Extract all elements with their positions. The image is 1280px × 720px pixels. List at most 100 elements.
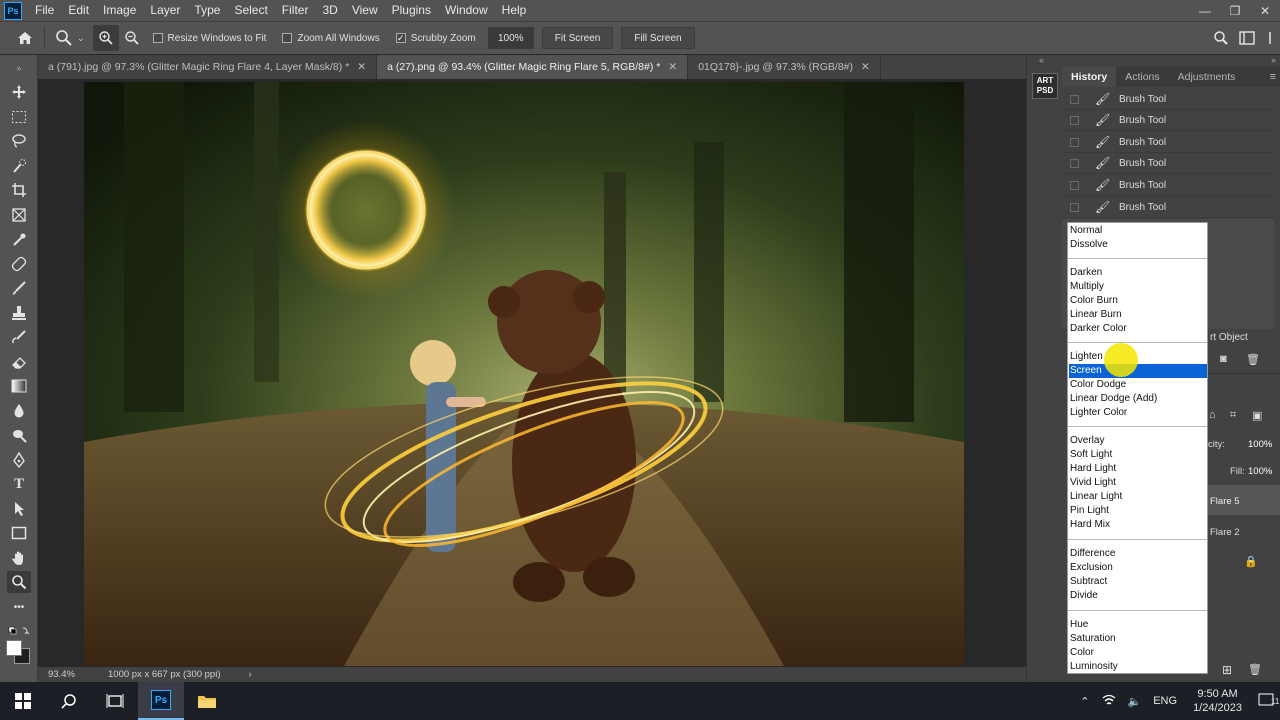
canvas-area[interactable]	[38, 79, 1026, 667]
history-checkbox[interactable]	[1070, 94, 1079, 104]
menu-filter[interactable]: Filter	[275, 0, 316, 21]
history-item[interactable]: 🖌 Brush Tool	[1062, 175, 1274, 196]
history-checkbox[interactable]	[1070, 180, 1079, 190]
tab-document-1[interactable]: a (791).jpg @ 97.3% (Glitter Magic Ring …	[38, 55, 378, 79]
menu-edit[interactable]: Edit	[61, 0, 96, 21]
collapse-panel-arrows-icon[interactable]: »	[1271, 55, 1276, 65]
scrubby-zoom-checkbox[interactable]: ✓ Scrubby Zoom	[395, 33, 476, 44]
history-item[interactable]: 🖌 Brush Tool	[1062, 89, 1274, 110]
tab-document-3[interactable]: 01Q178}-.jpg @ 97.3% (RGB/8#) ✕	[688, 55, 881, 79]
menu-image[interactable]: Image	[96, 0, 143, 21]
close-window-button[interactable]: ✕	[1250, 4, 1280, 18]
brush-tool-icon[interactable]	[7, 277, 31, 299]
zoom-tool-preset-icon[interactable]	[51, 25, 77, 51]
crop-tool-icon[interactable]	[7, 179, 31, 201]
history-checkbox[interactable]	[1070, 202, 1079, 212]
blend-option-hard-light[interactable]: Hard Light	[1069, 462, 1207, 476]
menu-window[interactable]: Window	[438, 0, 495, 21]
volume-icon[interactable]: 🔈	[1128, 695, 1142, 708]
notification-icon[interactable]: 11	[1258, 693, 1279, 710]
chevron-down-icon[interactable]: ⌄	[77, 33, 85, 44]
clock[interactable]: 9:50 AM 1/24/2023	[1193, 687, 1242, 715]
gradient-tool-icon[interactable]	[7, 375, 31, 397]
type-tool-icon[interactable]: T	[7, 473, 31, 495]
history-checkbox[interactable]	[1070, 158, 1079, 168]
dodge-tool-icon[interactable]	[7, 424, 31, 446]
blend-option-hard-mix[interactable]: Hard Mix	[1069, 518, 1207, 532]
history-item[interactable]: 🖌 Brush Tool	[1062, 110, 1274, 131]
blend-option-difference[interactable]: Difference	[1069, 547, 1207, 561]
move-tool-icon[interactable]	[7, 81, 31, 103]
history-item[interactable]: 🖌 Brush Tool	[1062, 197, 1274, 218]
chevron-up-icon[interactable]: ⌃	[1080, 695, 1089, 708]
healing-brush-tool-icon[interactable]	[7, 253, 31, 275]
blend-option-overlay[interactable]: Overlay	[1069, 434, 1207, 448]
blend-option-normal[interactable]: Normal	[1069, 224, 1207, 238]
document-canvas[interactable]	[84, 82, 964, 666]
home-icon[interactable]	[12, 25, 38, 51]
default-colors-icon[interactable]	[7, 620, 31, 642]
blend-mode-dropdown[interactable]: Normal Dissolve Darken Multiply Color Bu…	[1067, 222, 1208, 674]
lasso-tool-icon[interactable]	[7, 130, 31, 152]
share-icon[interactable]	[1260, 25, 1280, 51]
blend-option-dissolve[interactable]: Dissolve	[1069, 238, 1207, 252]
close-icon[interactable]: ✕	[668, 61, 677, 73]
blend-option-saturation[interactable]: Saturation	[1069, 632, 1207, 646]
windows-start-icon[interactable]	[0, 682, 46, 720]
pen-tool-icon[interactable]	[7, 449, 31, 471]
new-layer-icon[interactable]: ⊞	[1222, 663, 1232, 677]
search-icon[interactable]	[1208, 25, 1234, 51]
blend-option-lighter-color[interactable]: Lighter Color	[1069, 406, 1207, 420]
search-icon[interactable]	[46, 682, 92, 720]
history-brush-tool-icon[interactable]	[7, 326, 31, 348]
fill-screen-button[interactable]: Fill Screen	[621, 27, 695, 49]
clone-stamp-tool-icon[interactable]	[7, 302, 31, 324]
blend-option-lighten[interactable]: Lighten	[1069, 350, 1207, 364]
blend-option-linear-light[interactable]: Linear Light	[1069, 490, 1207, 504]
zoom-tool-icon[interactable]	[7, 571, 31, 593]
history-checkbox[interactable]	[1070, 137, 1079, 147]
blend-option-divide[interactable]: Divide	[1069, 589, 1207, 603]
history-item[interactable]: 🖌 Brush Tool	[1062, 132, 1274, 153]
zoom-level[interactable]: 93.4%	[48, 669, 96, 680]
blend-option-color[interactable]: Color	[1069, 646, 1207, 660]
menu-select[interactable]: Select	[227, 0, 274, 21]
blend-option-soft-light[interactable]: Soft Light	[1069, 448, 1207, 462]
history-item[interactable]: 🖌 Brush Tool	[1062, 153, 1274, 174]
close-icon[interactable]: ✕	[861, 61, 870, 73]
foreground-color-swatch[interactable]	[6, 640, 22, 656]
restore-button[interactable]: ❐	[1220, 4, 1250, 18]
path-selection-tool-icon[interactable]	[7, 498, 31, 520]
opacity-value[interactable]: 100%	[1248, 439, 1272, 450]
hand-tool-icon[interactable]	[7, 547, 31, 569]
minimize-button[interactable]: —	[1190, 4, 1220, 18]
zoom-percentage-field[interactable]: 100%	[487, 27, 534, 49]
blend-option-screen[interactable]: Screen	[1069, 364, 1207, 378]
expand-arrows-icon[interactable]: «	[1039, 55, 1044, 65]
network-icon[interactable]	[1102, 694, 1116, 709]
blend-option-subtract[interactable]: Subtract	[1069, 575, 1207, 589]
eyedropper-tool-icon[interactable]	[7, 229, 31, 251]
frame-tool-icon[interactable]	[7, 204, 31, 226]
blend-option-exclusion[interactable]: Exclusion	[1069, 561, 1207, 575]
blend-option-linear-burn[interactable]: Linear Burn	[1069, 308, 1207, 322]
marquee-tool-icon[interactable]	[7, 106, 31, 128]
lock-transform-icon[interactable]: ⌂	[1209, 409, 1216, 421]
tab-actions[interactable]: Actions	[1116, 67, 1168, 87]
camera-icon[interactable]: ◙	[1220, 353, 1227, 365]
blend-option-darken[interactable]: Darken	[1069, 266, 1207, 280]
blend-option-luminosity[interactable]: Luminosity	[1069, 660, 1207, 674]
lock-all-icon[interactable]: ▣	[1252, 409, 1262, 422]
panel-menu-icon[interactable]: ≡	[1270, 67, 1276, 87]
menu-help[interactable]: Help	[495, 0, 534, 21]
blend-option-pin-light[interactable]: Pin Light	[1069, 504, 1207, 518]
blend-option-color-dodge[interactable]: Color Dodge	[1069, 378, 1207, 392]
file-explorer-icon[interactable]	[184, 682, 230, 720]
status-menu-arrow-icon[interactable]: ›	[249, 669, 252, 680]
blend-option-hue[interactable]: Hue	[1069, 618, 1207, 632]
menu-layer[interactable]: Layer	[143, 0, 187, 21]
blend-option-linear-dodge[interactable]: Linear Dodge (Add)	[1069, 392, 1207, 406]
photoshop-taskbar-icon[interactable]: Ps	[138, 682, 184, 720]
menu-type[interactable]: Type	[187, 0, 227, 21]
quick-selection-tool-icon[interactable]	[7, 155, 31, 177]
